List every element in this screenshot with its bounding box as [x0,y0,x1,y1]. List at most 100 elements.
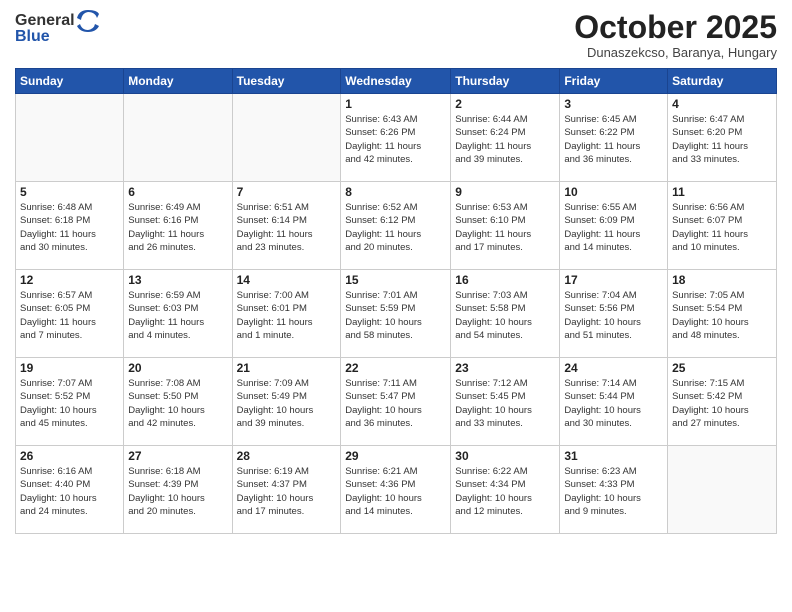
day-info: Sunrise: 6:48 AMSunset: 6:18 PMDaylight:… [20,201,119,254]
day-cell: 30 Sunrise: 6:22 AMSunset: 4:34 PMDayligh… [451,446,560,534]
header-sunday: Sunday [16,69,124,94]
day-number: 8 [345,185,446,199]
day-info: Sunrise: 7:11 AMSunset: 5:47 PMDaylight:… [345,377,446,430]
day-number: 11 [672,185,772,199]
day-info: Sunrise: 6:16 AMSunset: 4:40 PMDaylight:… [20,465,119,518]
header-thursday: Thursday [451,69,560,94]
day-info: Sunrise: 6:22 AMSunset: 4:34 PMDaylight:… [455,465,555,518]
day-cell: 14 Sunrise: 7:00 AMSunset: 6:01 PMDayligh… [232,270,341,358]
day-info: Sunrise: 6:19 AMSunset: 4:37 PMDaylight:… [237,465,337,518]
day-info: Sunrise: 7:03 AMSunset: 5:58 PMDaylight:… [455,289,555,342]
day-number: 18 [672,273,772,287]
day-info: Sunrise: 6:43 AMSunset: 6:26 PMDaylight:… [345,113,446,166]
day-cell: 15 Sunrise: 7:01 AMSunset: 5:59 PMDayligh… [341,270,451,358]
day-number: 19 [20,361,119,375]
day-info: Sunrise: 7:05 AMSunset: 5:54 PMDaylight:… [672,289,772,342]
day-info: Sunrise: 6:51 AMSunset: 6:14 PMDaylight:… [237,201,337,254]
logo-icon [77,10,99,32]
day-cell: 12 Sunrise: 6:57 AMSunset: 6:05 PMDayligh… [16,270,124,358]
calendar-page: General Blue October 2025 Dunaszekcso, B… [0,0,792,612]
day-cell: 6 Sunrise: 6:49 AMSunset: 6:16 PMDaylight… [124,182,232,270]
day-number: 21 [237,361,337,375]
day-info: Sunrise: 6:55 AMSunset: 6:09 PMDaylight:… [564,201,663,254]
day-cell: 7 Sunrise: 6:51 AMSunset: 6:14 PMDaylight… [232,182,341,270]
day-info: Sunrise: 7:00 AMSunset: 6:01 PMDaylight:… [237,289,337,342]
day-cell: 22 Sunrise: 7:11 AMSunset: 5:47 PMDayligh… [341,358,451,446]
day-number: 28 [237,449,337,463]
week-row-2: 12 Sunrise: 6:57 AMSunset: 6:05 PMDayligh… [16,270,777,358]
month-title: October 2025 [574,10,777,45]
day-number: 25 [672,361,772,375]
day-cell: 23Sunrise: 7:12 AMSunset: 5:45 PMDayligh… [451,358,560,446]
header-wednesday: Wednesday [341,69,451,94]
logo: General Blue [15,10,99,46]
day-number: 13 [128,273,227,287]
logo-blue-text: Blue [15,28,50,46]
day-cell: 9Sunrise: 6:53 AMSunset: 6:10 PMDaylight… [451,182,560,270]
day-number: 2 [455,97,555,111]
weekday-header-row: Sunday Monday Tuesday Wednesday Thursday… [16,69,777,94]
day-number: 6 [128,185,227,199]
day-cell: 4 Sunrise: 6:47 AMSunset: 6:20 PMDaylight… [668,94,777,182]
header-tuesday: Tuesday [232,69,341,94]
day-cell: 29 Sunrise: 6:21 AMSunset: 4:36 PMDayligh… [341,446,451,534]
day-cell: 18 Sunrise: 7:05 AMSunset: 5:54 PMDayligh… [668,270,777,358]
day-number: 15 [345,273,446,287]
day-number: 9 [455,185,555,199]
day-cell: 28 Sunrise: 6:19 AMSunset: 4:37 PMDayligh… [232,446,341,534]
day-info: Sunrise: 6:21 AMSunset: 4:36 PMDaylight:… [345,465,446,518]
day-number: 23 [455,361,555,375]
day-info: Sunrise: 7:15 AMSunset: 5:42 PMDaylight:… [672,377,772,430]
day-number: 20 [128,361,227,375]
title-area: October 2025 Dunaszekcso, Baranya, Hunga… [574,10,777,60]
day-cell [124,94,232,182]
week-row-3: 19 Sunrise: 7:07 AMSunset: 5:52 PMDayligh… [16,358,777,446]
day-number: 17 [564,273,663,287]
day-cell [668,446,777,534]
day-cell [232,94,341,182]
day-number: 24 [564,361,663,375]
day-number: 31 [564,449,663,463]
location: Dunaszekcso, Baranya, Hungary [574,45,777,60]
day-info: Sunrise: 6:44 AMSunset: 6:24 PMDaylight:… [455,113,555,166]
day-cell [16,94,124,182]
day-cell: 3Sunrise: 6:45 AMSunset: 6:22 PMDaylight… [560,94,668,182]
week-row-4: 26 Sunrise: 6:16 AMSunset: 4:40 PMDayligh… [16,446,777,534]
day-number: 22 [345,361,446,375]
week-row-0: 1 Sunrise: 6:43 AMSunset: 6:26 PMDaylight… [16,94,777,182]
header-saturday: Saturday [668,69,777,94]
day-cell: 20 Sunrise: 7:08 AMSunset: 5:50 PMDayligh… [124,358,232,446]
day-cell: 10 Sunrise: 6:55 AMSunset: 6:09 PMDayligh… [560,182,668,270]
day-number: 4 [672,97,772,111]
day-number: 1 [345,97,446,111]
day-cell: 16Sunrise: 7:03 AMSunset: 5:58 PMDayligh… [451,270,560,358]
day-info: Sunrise: 6:57 AMSunset: 6:05 PMDaylight:… [20,289,119,342]
day-number: 29 [345,449,446,463]
day-cell: 8Sunrise: 6:52 AMSunset: 6:12 PMDaylight… [341,182,451,270]
day-cell: 19 Sunrise: 7:07 AMSunset: 5:52 PMDayligh… [16,358,124,446]
day-number: 10 [564,185,663,199]
day-info: Sunrise: 7:01 AMSunset: 5:59 PMDaylight:… [345,289,446,342]
day-info: Sunrise: 7:08 AMSunset: 5:50 PMDaylight:… [128,377,227,430]
day-cell: 26 Sunrise: 6:16 AMSunset: 4:40 PMDayligh… [16,446,124,534]
day-cell: 27Sunrise: 6:18 AMSunset: 4:39 PMDayligh… [124,446,232,534]
day-number: 30 [455,449,555,463]
day-number: 7 [237,185,337,199]
day-number: 12 [20,273,119,287]
day-info: Sunrise: 7:14 AMSunset: 5:44 PMDaylight:… [564,377,663,430]
day-cell: 24 Sunrise: 7:14 AMSunset: 5:44 PMDayligh… [560,358,668,446]
day-info: Sunrise: 6:47 AMSunset: 6:20 PMDaylight:… [672,113,772,166]
day-cell: 31 Sunrise: 6:23 AMSunset: 4:33 PMDayligh… [560,446,668,534]
day-info: Sunrise: 6:56 AMSunset: 6:07 PMDaylight:… [672,201,772,254]
day-number: 5 [20,185,119,199]
day-info: Sunrise: 7:04 AMSunset: 5:56 PMDaylight:… [564,289,663,342]
day-info: Sunrise: 7:07 AMSunset: 5:52 PMDaylight:… [20,377,119,430]
day-number: 26 [20,449,119,463]
header-friday: Friday [560,69,668,94]
day-cell: 21 Sunrise: 7:09 AMSunset: 5:49 PMDayligh… [232,358,341,446]
day-info: Sunrise: 6:49 AMSunset: 6:16 PMDaylight:… [128,201,227,254]
day-info: Sunrise: 6:23 AMSunset: 4:33 PMDaylight:… [564,465,663,518]
day-number: 3 [564,97,663,111]
day-number: 14 [237,273,337,287]
day-info: Sunrise: 7:09 AMSunset: 5:49 PMDaylight:… [237,377,337,430]
